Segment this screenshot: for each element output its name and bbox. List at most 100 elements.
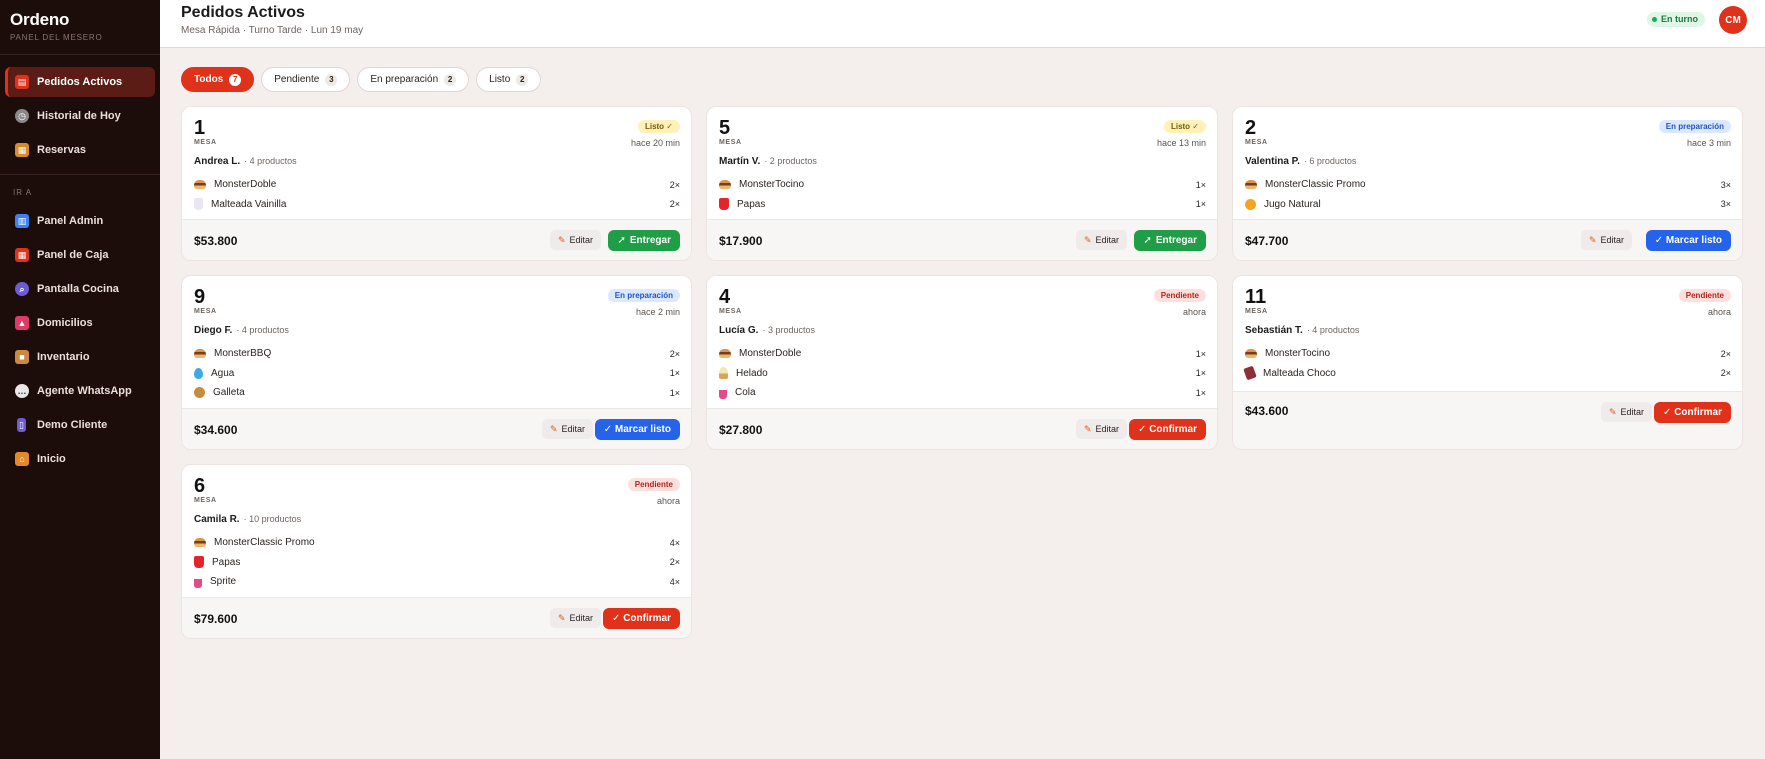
edit-button[interactable]: ✎ Editar [1075,230,1127,250]
table-label: MESA [719,139,742,146]
fries-icon [194,556,204,569]
sidebar-item-domicilios[interactable]: ▲ Domicilios [5,308,155,338]
filter-tab-en-preparacion[interactable]: En preparación 2 [357,67,470,92]
confirm-button[interactable]: ✓ Confirmar [603,608,680,629]
sidebar-item-pantalla-cocina[interactable]: ⌕ Pantalla Cocina [5,274,155,304]
item-qty: 3× [1720,199,1731,210]
filter-count: 2 [516,73,529,86]
edit-label: Editar [1600,235,1624,245]
list-item: MonsterClassic Promo 3× [1245,175,1731,195]
order-items: MonsterClassic Promo 3× Jugo Natural 3× [1245,175,1731,214]
filter-count: 7 [229,73,242,86]
customer-name-text: Diego F. [194,325,233,336]
edit-button[interactable]: ✎ Editar [549,230,601,250]
table-label: MESA [1245,139,1268,146]
pencil-icon: ✎ [549,423,558,434]
filter-tab-todos[interactable]: Todos 7 [181,67,255,92]
sidebar-item-demo-cliente[interactable]: ▯ Demo Cliente [5,410,155,440]
action-label: Entregar [1155,235,1197,246]
fries-icon [719,198,729,211]
brand: Ordeno PANEL DEL MESERO [0,0,160,55]
order-total: $34.600 [194,423,238,437]
mark-ready-button[interactable]: ✓ Marcar listo [1645,230,1731,251]
sidebar-item-label: Panel Admin [37,215,104,227]
order-card-table-4: 4 MESA Pendiente ahora Lucía G. · 3 produ… [706,275,1218,450]
edit-label: Editar [1095,235,1119,245]
rocket-icon: ➚ [617,235,626,246]
sidebar-item-historial[interactable]: ◷ Historial de Hoy [5,101,155,131]
clock-icon: ◷ [15,109,29,123]
sidebar-nav: ▤ Pedidos Activos ◷ Historial de Hoy ▦ R… [0,55,160,474]
confirm-button[interactable]: ✓ Confirmar [1654,402,1731,423]
status-filter-tabs: Todos 7 Pendiente 3 En preparación 2 Lis… [181,67,542,92]
filter-tab-listo[interactable]: Listo 2 [476,67,542,92]
nav-divider [0,174,160,175]
customer-name-text: Andrea L. [194,156,241,167]
edit-button[interactable]: ✎ Editar [541,419,593,439]
box-icon: ■ [15,350,29,364]
receipt-icon: ▤ [15,75,29,89]
calendar-icon: ▦ [15,143,29,157]
sidebar-item-label: Agente WhatsApp [37,385,132,397]
customer-name: Diego F. · 4 productos [194,325,289,336]
pencil-icon: ✎ [557,612,566,623]
edit-label: Editar [569,613,593,623]
pencil-icon: ✎ [1083,423,1092,434]
confirm-button[interactable]: ✓ Confirmar [1129,419,1206,440]
deliver-button[interactable]: ➚ Entregar [608,230,680,251]
sidebar-item-agente-whatsapp[interactable]: … Agente WhatsApp [5,376,155,406]
filter-tab-pendiente[interactable]: Pendiente 3 [261,67,351,92]
deliver-button[interactable]: ➚ Entregar [1134,230,1206,251]
item-name: Malteada Vainilla [211,198,287,210]
action-label: ✓ Marcar listo [603,424,671,435]
sidebar-item-label: Demo Cliente [37,419,108,431]
sidebar-item-label: Reservas [37,144,86,156]
sidebar-item-panel-caja[interactable]: ▦ Panel de Caja [5,240,155,270]
customer-name-text: Sebastián T. [1245,325,1303,336]
mark-ready-button[interactable]: ✓ Marcar listo [594,419,680,440]
table-label: MESA [194,497,217,504]
list-item: Papas 2× [194,553,680,573]
list-item: MonsterBBQ 2× [194,344,680,364]
list-item: Helado 1× [719,364,1206,384]
table-label: MESA [194,139,217,146]
sidebar-item-label: Pantalla Cocina [37,283,119,295]
action-label: ✓ Confirmar [1663,407,1722,418]
order-time: hace 2 min [635,307,680,317]
chocolate-icon [1243,365,1257,381]
shoe-icon: ▲ [15,316,29,330]
list-item: Sprite 4× [194,572,680,592]
item-name: MonsterDoble [214,179,277,191]
order-total: $27.800 [719,423,763,437]
item-qty: 4× [669,537,680,548]
item-qty: 2× [669,179,680,190]
item-qty: 1× [1195,199,1206,210]
pencil-icon: ✎ [1588,234,1597,245]
sidebar-item-pedidos-activos[interactable]: ▤ Pedidos Activos [5,67,155,97]
rocket-icon: ➚ [1143,235,1152,246]
sidebar-item-inventario[interactable]: ■ Inventario [5,342,155,372]
sidebar-item-panel-admin[interactable]: ▥ Panel Admin [5,206,155,236]
order-card-table-6: 6 MESA Pendiente ahora Camila R. · 10 pro… [181,464,692,639]
list-item: MonsterTocino 1× [719,175,1206,195]
edit-button[interactable]: ✎ Editar [1075,419,1127,439]
card-footer: $53.800 ✎ Editar ➚ Entregar [182,219,691,260]
edit-button[interactable]: ✎ Editar [549,608,601,628]
top-header: Pedidos Activos Mesa Rápida · Turno Tard… [160,0,1765,48]
page-subtitle: Mesa Rápida · Turno Tarde · Lun 19 may [181,25,364,36]
action-label: ✓ Confirmar [1138,424,1197,435]
filter-label: Todos [194,74,224,85]
table-number: 2 [1245,117,1257,139]
burger-icon [194,349,206,359]
milkshake-icon [194,198,203,211]
avatar[interactable]: CM [1719,6,1747,34]
search-icon: ⌕ [15,282,29,296]
list-item: MonsterDoble 2× [194,175,680,195]
sidebar-item-reservas[interactable]: ▦ Reservas [5,135,155,165]
sidebar-item-inicio[interactable]: ⌂ Inicio [5,444,155,474]
table-number: 4 [719,286,731,308]
edit-button[interactable]: ✎ Editar [1580,230,1632,250]
edit-button[interactable]: ✎ Editar [1600,402,1652,422]
customer-name-text: Martín V. [719,156,761,167]
juice-icon [1245,198,1256,210]
